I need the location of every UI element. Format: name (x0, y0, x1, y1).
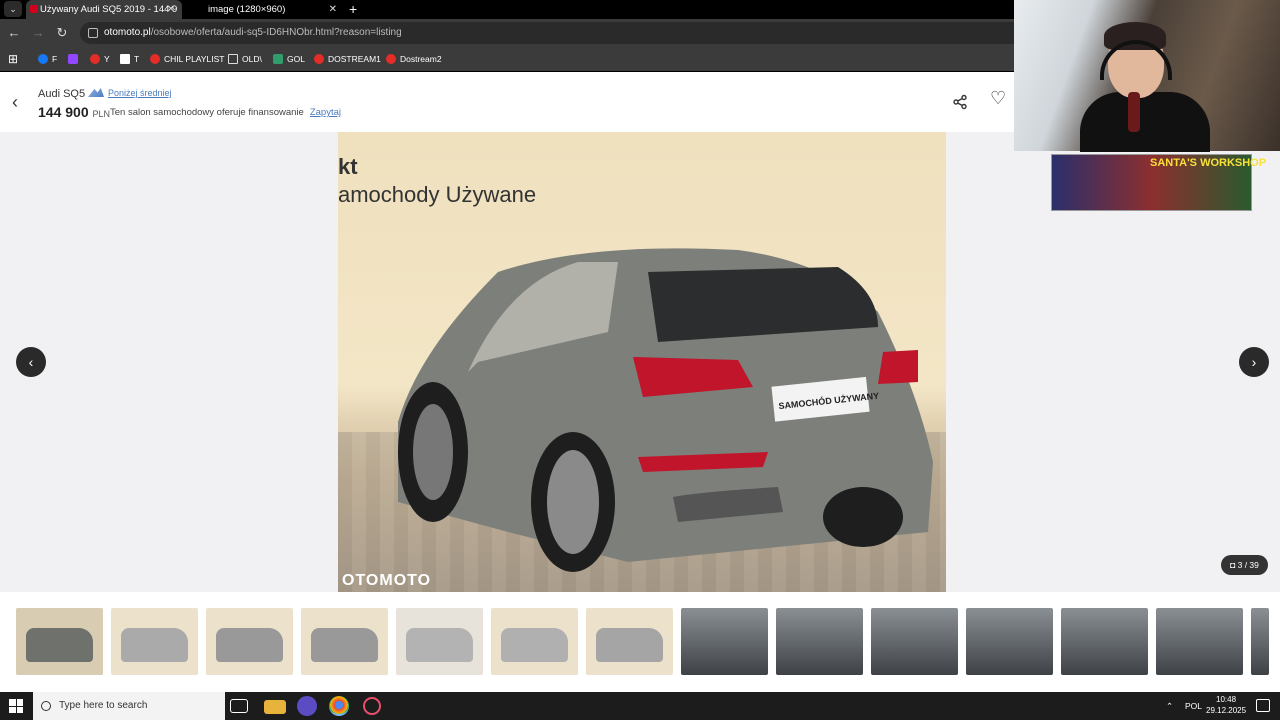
bookmark-dostream2[interactable]: Dostream2 (386, 47, 442, 71)
thumbnail[interactable] (586, 608, 673, 675)
reload-button[interactable]: ↻ (52, 23, 72, 43)
thumbnail-strip (0, 592, 1280, 692)
otomoto-favicon-icon (30, 5, 38, 13)
main-photo[interactable]: kt amochody Używane SAMOCHÓD UŻYWANY OTO… (338, 132, 946, 592)
new-tab-button[interactable]: + (349, 0, 357, 18)
thumbnail[interactable] (491, 608, 578, 675)
windows-start-icon[interactable] (9, 699, 23, 713)
photo-counter[interactable]: ◘ 3 / 39 (1221, 555, 1268, 575)
favorite-heart-icon[interactable]: ♡ (990, 88, 1006, 109)
camera-icon: ◘ (1230, 560, 1236, 570)
task-view-icon[interactable] (230, 699, 248, 713)
thumbnail[interactable] (1156, 608, 1243, 675)
clock-date: 29.12.2025 (1206, 706, 1247, 715)
url-host: otomoto.pl (104, 27, 151, 38)
price-evaluation-badge[interactable]: Poniżej średniej (88, 88, 172, 98)
obs-icon[interactable] (363, 697, 381, 715)
share-icon[interactable] (952, 94, 968, 110)
address-bar[interactable]: otomoto.pl/osobowe/oferta/audi-sq5-ID6HN… (80, 22, 1014, 44)
back-button[interactable]: ← (4, 23, 24, 43)
close-tab-icon[interactable]: ✕ (167, 0, 175, 19)
apps-grid-icon[interactable]: ⊞ (8, 47, 18, 71)
thumbnail[interactable] (396, 608, 483, 675)
notifications-icon[interactable] (1256, 699, 1270, 712)
bookmark-t[interactable]: T (120, 47, 139, 71)
bookmark-dostream1[interactable]: DOSTREAM1 (314, 47, 381, 71)
thumbnail[interactable] (966, 608, 1053, 675)
language-indicator[interactable]: POL (1185, 692, 1202, 720)
price-chart-icon (88, 88, 104, 97)
tab-search-button[interactable]: ⌄ (4, 1, 22, 17)
search-placeholder: Type here to search (59, 700, 148, 711)
thumbnail[interactable] (14, 606, 105, 677)
discord-icon[interactable] (297, 696, 317, 716)
site-info-icon[interactable] (88, 28, 98, 38)
tab-otomoto[interactable]: Używany Audi SQ5 2019 - 144 9 ✕ (26, 0, 182, 19)
finance-info: Ten salon samochodowy oferuje finansowan… (110, 107, 341, 118)
thumbnail[interactable] (776, 608, 863, 675)
taskbar-search[interactable]: Type here to search (33, 692, 225, 720)
clock-time: 10:48 (1216, 695, 1237, 704)
bookmark-gol[interactable]: GOL (273, 47, 305, 71)
car-rear-image: SAMOCHÓD UŻYWANY (398, 248, 933, 572)
ask-link[interactable]: Zapytaj (310, 107, 341, 118)
thumbnail[interactable] (301, 608, 388, 675)
banner-title: SANTA'S WORKSHOP (1150, 157, 1267, 169)
next-photo-button[interactable]: › (1239, 347, 1269, 377)
search-icon (41, 701, 51, 711)
chrome-icon[interactable] (329, 696, 349, 716)
thumbnail[interactable] (681, 608, 768, 675)
price: 144 900 PLN (38, 104, 111, 120)
bookmark-f[interactable]: F (38, 47, 57, 71)
url-path: /osobowe/oferta/audi-sq5-ID6HNObr.html?r… (150, 27, 402, 38)
listing-header: ‹ Audi SQ5 Poniżej średniej 144 900 PLN … (0, 72, 1014, 132)
tab-image[interactable]: image (1280×960) ✕ (194, 0, 344, 19)
thumbnail[interactable] (206, 608, 293, 675)
dealer-sign-text: amochody Używane (338, 182, 537, 207)
file-explorer-icon[interactable] (264, 700, 286, 714)
tab-title: image (1280×960) (208, 4, 286, 15)
thumbnail[interactable] (871, 608, 958, 675)
bookmark-y[interactable]: Y (90, 47, 110, 71)
thumbnail[interactable] (1061, 608, 1148, 675)
browser-toolbar: ← → ↻ otomoto.pl/osobowe/oferta/audi-sq5… (0, 19, 1014, 47)
microphone-icon (1128, 92, 1140, 132)
tab-bar: ⌄ Używany Audi SQ5 2019 - 144 9 ✕ image … (0, 0, 1014, 19)
otomoto-watermark: OTOMOTO (342, 572, 432, 589)
taskbar: Type here to search ⌃ POL 10:48 29.12.20… (0, 692, 1280, 720)
thumbnail[interactable] (111, 608, 198, 675)
bookmarks-bar: ⊞ F Y T CHIL PLAYLIST OLD\ GOL DOSTREAM1… (0, 47, 1014, 71)
url-text: otomoto.pl/osobowe/oferta/audi-sq5-ID6HN… (104, 22, 402, 44)
show-hidden-icons[interactable]: ⌃ (1166, 692, 1173, 720)
bookmark-twitch-icon[interactable] (68, 47, 82, 71)
close-tab-icon[interactable]: ✕ (329, 0, 337, 19)
car-title: Audi SQ5 (38, 88, 86, 100)
streamer-body (1080, 92, 1210, 152)
clock[interactable]: 10:48 29.12.2025 (1206, 694, 1246, 716)
forward-button[interactable]: → (28, 23, 48, 43)
tab-title: Używany Audi SQ5 2019 - 144 9 (40, 4, 178, 15)
dealer-sign-text: kt (338, 154, 358, 179)
back-arrow-icon[interactable]: ‹ (12, 92, 18, 113)
bookmark-chil-playlist[interactable]: CHIL PLAYLIST (150, 47, 224, 71)
thumbnail[interactable] (1251, 608, 1269, 675)
previous-photo-button[interactable]: ‹ (16, 347, 46, 377)
bookmark-folder-old[interactable]: OLD\ (228, 47, 262, 71)
